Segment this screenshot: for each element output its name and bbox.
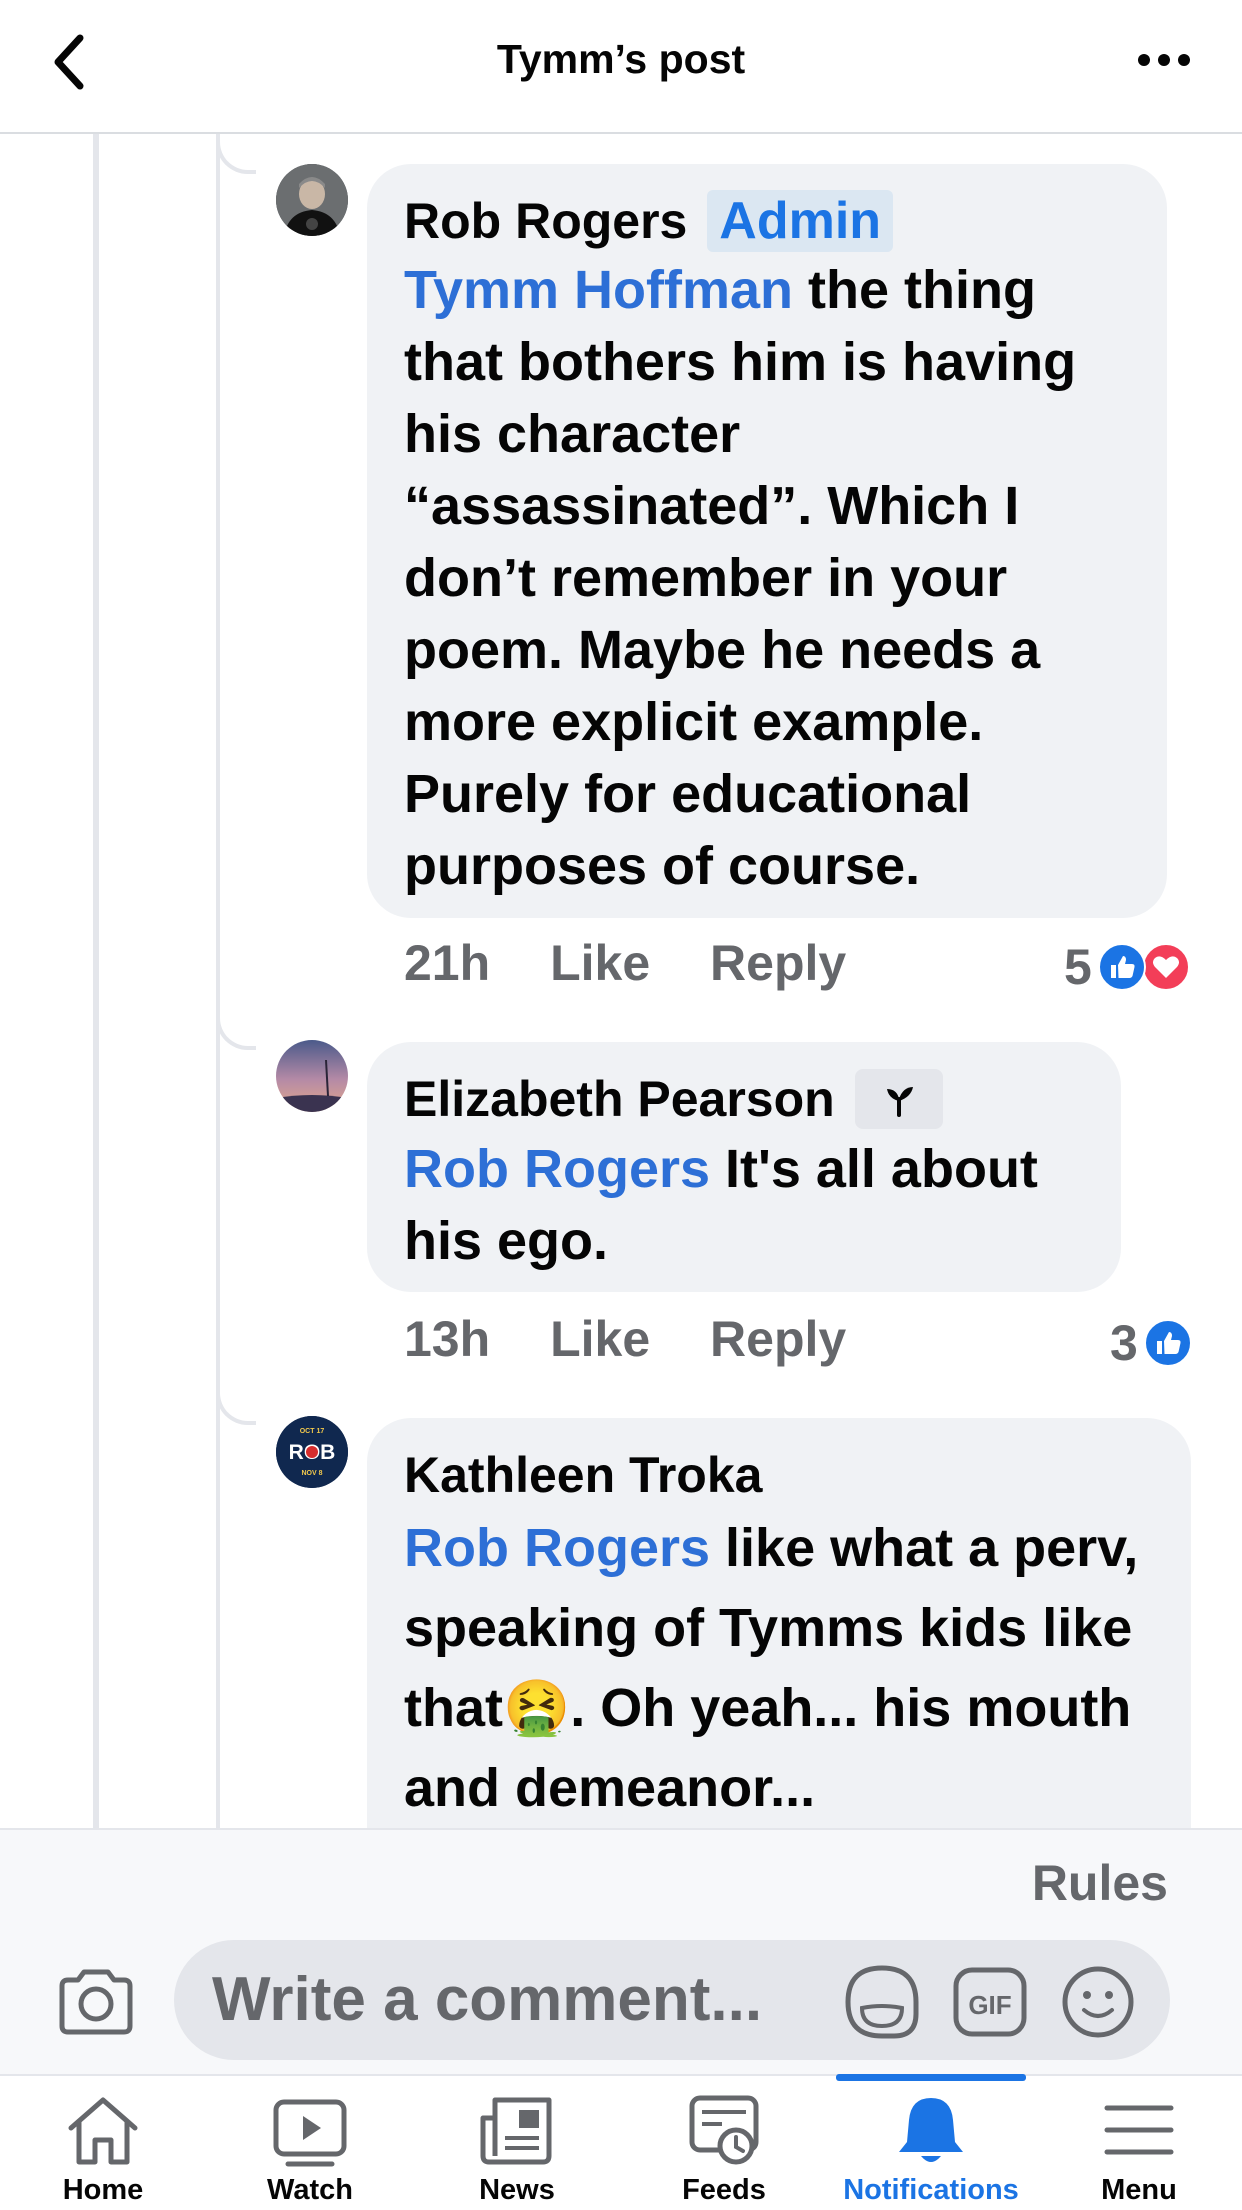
comment-author[interactable]: Rob Rogers: [404, 193, 687, 249]
profile-photo-icon: [276, 164, 348, 236]
tab-label: News: [479, 2174, 555, 2206]
reply-button[interactable]: Reply: [710, 1311, 846, 1367]
thread-line: [93, 134, 99, 1828]
like-reaction-icon: [1097, 943, 1146, 991]
camera-icon[interactable]: [56, 1966, 136, 2036]
reaction-summary[interactable]: 3: [1110, 1314, 1192, 1372]
comment-author[interactable]: Kathleen Troka: [404, 1447, 762, 1503]
gif-icon[interactable]: GIF: [952, 1966, 1028, 2038]
tab-notifications[interactable]: Notifications: [828, 2076, 1034, 2210]
campaign-logo-icon: OCT 17 ROB NOV 8: [276, 1416, 348, 1488]
comment-text: Rob Rogers like what a perv, speaking of…: [404, 1508, 1155, 1828]
comment-composer: Rules Write a comment... GIF: [0, 1828, 1242, 2076]
tab-home[interactable]: Home: [0, 2076, 206, 2210]
tab-label: Home: [62, 2174, 144, 2206]
bottom-tab-bar: Home Watch News Feeds Notifications Menu: [0, 2074, 1242, 2210]
admin-badge: Admin: [707, 190, 894, 252]
like-reaction-icon: [1143, 1319, 1192, 1367]
reply-connector: [216, 1010, 256, 1050]
comment-text: Rob Rogers It's all about his ego.: [404, 1133, 1085, 1277]
comment-actions: 21h Like Reply: [404, 934, 892, 992]
reaction-count: 3: [1110, 1315, 1138, 1371]
top-bar: Tymm’s post: [0, 0, 1242, 134]
comment-author[interactable]: Elizabeth Pearson: [404, 1071, 835, 1127]
comment-timestamp: 21h: [404, 935, 491, 991]
avatar[interactable]: [276, 164, 348, 236]
newcomer-badge: [854, 1068, 943, 1129]
like-button[interactable]: Like: [550, 935, 650, 991]
tab-label: Menu: [1101, 2174, 1177, 2206]
sticker-icon[interactable]: [842, 1962, 922, 2042]
reply-thread-line: [216, 134, 220, 1828]
tab-label: Notifications: [843, 2174, 1019, 2206]
page-title: Tymm’s post: [496, 36, 746, 82]
reaction-summary[interactable]: 5: [1064, 938, 1190, 996]
comment-text: Tymm Hoffman the thing that bothers him …: [404, 254, 1131, 902]
mention-link[interactable]: Rob Rogers: [404, 1518, 710, 1578]
tab-label: Feeds: [682, 2174, 766, 2206]
svg-text:NOV 8: NOV 8: [301, 1470, 322, 1477]
feeds-icon: [689, 2095, 759, 2165]
mention-link[interactable]: Tymm Hoffman: [404, 260, 793, 320]
tab-news[interactable]: News: [414, 2076, 620, 2210]
tab-watch[interactable]: Watch: [207, 2076, 413, 2210]
reply-connector: [216, 1385, 256, 1425]
like-button[interactable]: Like: [550, 1311, 650, 1367]
reply-connector: [216, 134, 256, 174]
bell-icon: [899, 2098, 963, 2162]
tab-menu[interactable]: Menu: [1036, 2076, 1242, 2210]
comment-bubble[interactable]: Rob Rogers Admin Tymm Hoffman the thing …: [367, 164, 1167, 918]
comment-timestamp: 13h: [404, 1311, 491, 1367]
svg-text:GIF: GIF: [968, 1990, 1011, 2020]
menu-icon: [1104, 2105, 1174, 2155]
svg-text:OCT 17: OCT 17: [300, 1428, 325, 1435]
news-icon: [480, 2097, 552, 2165]
tab-label: Watch: [267, 2174, 353, 2206]
rules-link[interactable]: Rules: [1032, 1854, 1168, 1912]
love-reaction-icon: [1141, 943, 1190, 991]
avatar[interactable]: [276, 1040, 348, 1112]
comment-bubble[interactable]: Elizabeth Pearson Rob Rogers It's all ab…: [367, 1042, 1121, 1292]
reaction-count: 5: [1064, 939, 1092, 995]
emoji-icon[interactable]: [1060, 1964, 1136, 2040]
more-options-icon[interactable]: [1134, 40, 1194, 80]
avatar[interactable]: OCT 17 ROB NOV 8: [276, 1416, 348, 1488]
home-icon: [68, 2097, 138, 2165]
active-tab-indicator: [836, 2074, 1026, 2081]
comment-actions: 13h Like Reply: [404, 1310, 892, 1368]
comment-body: the thing that bothers him is having his…: [404, 260, 1077, 896]
sprout-icon: [886, 1086, 913, 1117]
profile-photo-icon: [276, 1040, 348, 1112]
mention-link[interactable]: Rob Rogers: [404, 1139, 710, 1199]
tab-feeds[interactable]: Feeds: [621, 2076, 827, 2210]
reply-button[interactable]: Reply: [710, 935, 846, 991]
watch-icon: [273, 2099, 347, 2167]
